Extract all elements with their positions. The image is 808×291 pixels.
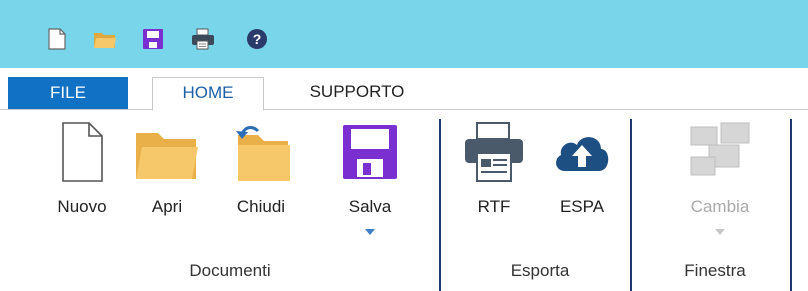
new-document-icon xyxy=(36,121,128,185)
chevron-down-icon xyxy=(670,229,770,239)
help-icon[interactable]: ? xyxy=(244,26,270,52)
save-icon xyxy=(330,121,410,185)
tabs-divider xyxy=(0,109,808,110)
group-separator xyxy=(439,119,441,291)
help-icon-glyph: ? xyxy=(253,31,262,47)
tab-home[interactable]: HOME xyxy=(152,77,264,111)
chiudi-label: Chiudi xyxy=(236,197,286,216)
rtf-button[interactable]: RTF xyxy=(458,111,530,251)
new-document-icon[interactable] xyxy=(44,26,70,52)
salva-button[interactable]: Salva xyxy=(330,111,410,251)
folder-icon xyxy=(132,121,202,185)
nuovo-button[interactable]: Nuovo xyxy=(36,111,128,251)
quick-access-toolbar: ? xyxy=(0,0,808,68)
cloud-upload-icon xyxy=(544,121,620,185)
ribbon-tabs: FILE HOME SUPPORTO xyxy=(0,68,808,111)
close-folder-icon xyxy=(222,121,300,185)
group-label-esporta: Esporta xyxy=(510,261,570,280)
group-label-documenti: Documenti xyxy=(189,261,271,280)
cambia-label: Cambia xyxy=(690,197,750,216)
chevron-down-icon[interactable] xyxy=(330,229,410,239)
group-separator xyxy=(790,119,792,291)
espa-button[interactable]: ESPA xyxy=(544,111,620,251)
apri-label: Apri xyxy=(151,197,183,216)
save-icon[interactable] xyxy=(140,26,166,52)
open-folder-icon[interactable] xyxy=(92,26,118,52)
salva-label: Salva xyxy=(348,197,392,216)
rtf-label: RTF xyxy=(477,197,511,216)
group-label-finestra: Finestra xyxy=(684,261,746,280)
apri-button[interactable]: Apri xyxy=(132,111,202,251)
ribbon-panel: Nuovo Apri Chiudi Salva Documenti RTF ES… xyxy=(0,111,808,291)
print-icon[interactable] xyxy=(190,26,216,52)
cambia-button[interactable]: Cambia xyxy=(670,111,770,251)
nuovo-label: Nuovo xyxy=(57,197,107,216)
switch-windows-icon xyxy=(670,121,770,185)
espa-label: ESPA xyxy=(559,197,605,216)
tab-supporto[interactable]: SUPPORTO xyxy=(282,77,432,110)
group-separator xyxy=(630,119,632,291)
tab-file[interactable]: FILE xyxy=(8,77,128,109)
chiudi-button[interactable]: Chiudi xyxy=(222,111,300,251)
printer-icon xyxy=(458,121,530,185)
